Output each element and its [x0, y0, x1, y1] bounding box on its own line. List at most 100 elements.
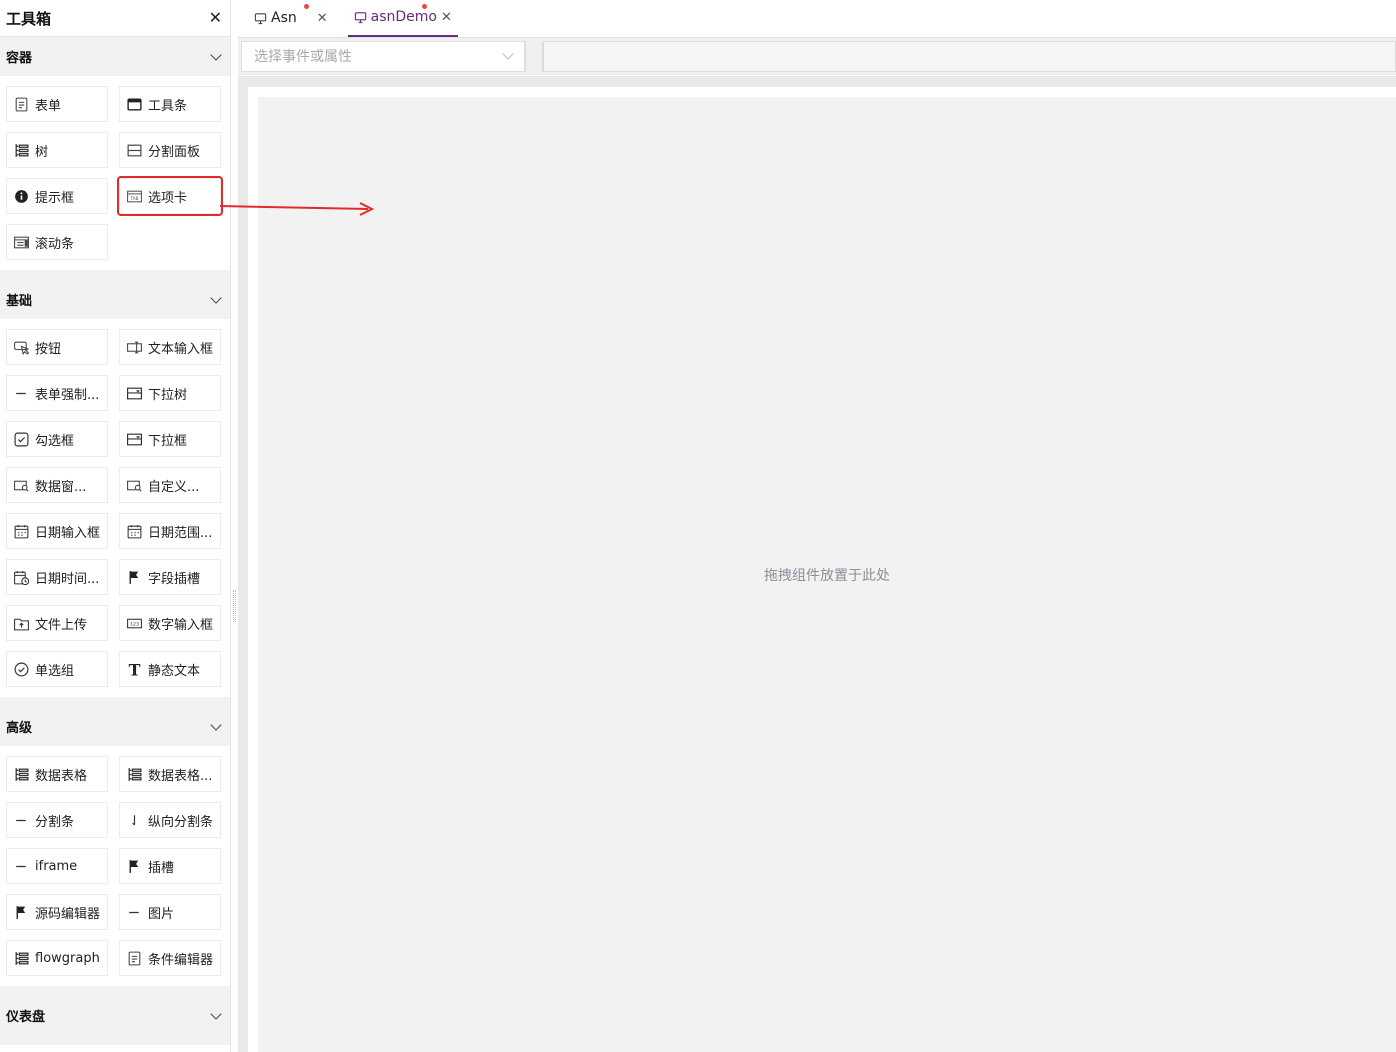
toolbar-separator — [525, 40, 543, 72]
drop-zone[interactable]: 拖拽组件放置于此处 — [258, 97, 1396, 1052]
toolbox-item[interactable]: 日期时间... — [6, 559, 108, 595]
svg-text:TAB: TAB — [129, 196, 138, 202]
toolbox-item-label: 自定义... — [148, 479, 200, 495]
section-header[interactable]: 高级 — [0, 707, 230, 746]
toolbox-item-label: 字段插槽 — [148, 571, 201, 587]
toolbox-item-label: 提示框 — [35, 190, 75, 206]
tree-icon — [126, 766, 143, 783]
toolbox-item-label: 条件编辑器 — [148, 952, 214, 968]
toolbox-item[interactable]: 表单强制... — [6, 375, 108, 411]
toolbox-item[interactable]: 文本输入框 — [119, 329, 221, 365]
toolbox-item[interactable]: 纵向分割条 — [119, 802, 221, 838]
flag-icon — [13, 904, 30, 921]
event-property-select[interactable]: 选择事件或属性 — [241, 40, 525, 72]
toolbox-item[interactable]: flowgraph — [6, 940, 108, 976]
toolbox-item-label: 滚动条 — [35, 236, 75, 252]
tree-icon — [13, 950, 30, 967]
toolbox-item-label: flowgraph — [35, 950, 100, 966]
tab-asndemo[interactable]: asnDemo ✕ — [347, 0, 458, 37]
toolbox-item-label: iframe — [35, 858, 78, 874]
toolbox-item[interactable]: 分割条 — [6, 802, 108, 838]
toolbox-item[interactable]: 自定义... — [119, 467, 221, 503]
toolbox-item-label: 按钮 — [35, 341, 62, 357]
close-icon[interactable]: ✕ — [209, 10, 222, 26]
toolbox-item[interactable]: iframe — [6, 848, 108, 884]
toolbox-item[interactable]: 数据表格... — [119, 756, 221, 792]
chevron-down-icon — [210, 718, 222, 731]
document-tab-bar: Asn ✕ asnDemo ✕ — [238, 0, 1396, 38]
toolbox-item[interactable]: 工具条 — [119, 86, 221, 122]
tab-label: Asn — [271, 10, 297, 26]
toolbox-section: 高级数据表格 数据表格... 分割条 纵向分割条 iframe 插槽 源码编辑器 图片 flow… — [0, 707, 230, 986]
toolbox-item[interactable]: 滚动条 — [6, 224, 108, 260]
toolbox-item[interactable]: 日期范围... — [119, 513, 221, 549]
toolbox-item[interactable]: 日期输入框 — [6, 513, 108, 549]
number-input-icon: 123 — [126, 615, 143, 632]
section-header[interactable]: 仪表盘 — [0, 996, 230, 1035]
svg-text:123: 123 — [130, 621, 139, 627]
toolbox-item-label: 日期范围... — [148, 525, 213, 541]
close-tab-icon[interactable]: ✕ — [441, 10, 452, 25]
toolbox-section: 基础按钮 文本输入框 表单强制... 下拉树 勾选框 下拉框数据窗... 自定义... 日期输… — [0, 280, 230, 697]
upload-icon — [13, 615, 30, 632]
toolbox-item[interactable]: 下拉树 — [119, 375, 221, 411]
data-window-icon — [126, 477, 143, 494]
dash-icon — [13, 812, 30, 829]
section-header[interactable]: 基础 — [0, 280, 230, 319]
data-window-icon — [13, 477, 30, 494]
section-label: 基础 — [6, 294, 33, 309]
toolbox-item[interactable]: 树 — [6, 132, 108, 168]
chevron-down-icon — [210, 48, 222, 61]
toolbox-item[interactable]: 图片 — [119, 894, 221, 930]
toolbox-item[interactable]: 条件编辑器 — [119, 940, 221, 976]
flag-icon — [126, 858, 143, 875]
toolbox-item[interactable]: 按钮 — [6, 329, 108, 365]
toolbox-item-label: 数据表格... — [148, 768, 213, 784]
toolbox-item-label: 下拉框 — [148, 433, 188, 449]
drop-hint-text: 拖拽组件放置于此处 — [764, 567, 890, 584]
section-label: 仪表盘 — [6, 1010, 46, 1025]
close-tab-icon[interactable]: ✕ — [317, 11, 328, 26]
toolbox-item[interactable]: 插槽 — [119, 848, 221, 884]
toolbox-item[interactable]: 勾选框 — [6, 421, 108, 457]
chevron-down-icon — [502, 48, 514, 60]
flag-icon — [126, 569, 143, 586]
toolbox-bottom-spacer — [0, 1045, 230, 1052]
toolbox-item[interactable]: T 静态文本 — [119, 651, 221, 687]
toolbox-item[interactable]: 表单 — [6, 86, 108, 122]
dash-icon — [126, 904, 143, 921]
toolbox-item[interactable]: 分割面板 — [119, 132, 221, 168]
text-t-icon: T — [126, 661, 143, 678]
toolbox-item-label: 数据表格 — [35, 768, 88, 784]
vertical-split-icon — [126, 812, 143, 829]
toolbox-item[interactable]: 123 数字输入框 — [119, 605, 221, 641]
monitor-icon — [254, 12, 267, 24]
sidebar-splitter[interactable] — [230, 0, 238, 1052]
toolbox-item-label: 分割条 — [35, 814, 75, 830]
section-label: 高级 — [6, 721, 33, 736]
property-toolbar: 选择事件或属性 — [238, 38, 1396, 75]
toolbox-item[interactable]: 数据表格 — [6, 756, 108, 792]
section-label: 容器 — [6, 51, 33, 66]
toolbox-item-label: 静态文本 — [148, 663, 201, 679]
toolbox-item-label: 分割面板 — [148, 144, 201, 160]
toolbox-title: 工具箱 — [6, 9, 52, 28]
radio-icon — [13, 661, 30, 678]
dash-icon — [13, 385, 30, 402]
toolbox-item[interactable]: 数据窗... — [6, 467, 108, 503]
toolbox-item[interactable]: 源码编辑器 — [6, 894, 108, 930]
toolbox-item[interactable]: 文件上传 — [6, 605, 108, 641]
editor-area: Asn ✕ asnDemo ✕ 选择事件或属性 拖拽组件放置于此处 — [238, 0, 1396, 1052]
info-icon — [13, 188, 30, 205]
toolbox-item[interactable]: 字段插槽 — [119, 559, 221, 595]
toolbox-item[interactable]: 下拉框 — [119, 421, 221, 457]
chevron-down-icon — [210, 291, 222, 304]
checkbox-icon — [13, 431, 30, 448]
toolbox-item[interactable]: 单选组 — [6, 651, 108, 687]
section-header[interactable]: 容器 — [0, 37, 230, 76]
tab-asn[interactable]: Asn ✕ — [248, 0, 334, 37]
property-value-input[interactable] — [543, 40, 1396, 72]
toolbox-item[interactable]: TAB 选项卡 — [117, 176, 223, 216]
section-items: 表单 工具条树 分割面板提示框 TAB 选项卡滚动条 — [0, 76, 230, 270]
toolbox-item[interactable]: 提示框 — [6, 178, 108, 214]
